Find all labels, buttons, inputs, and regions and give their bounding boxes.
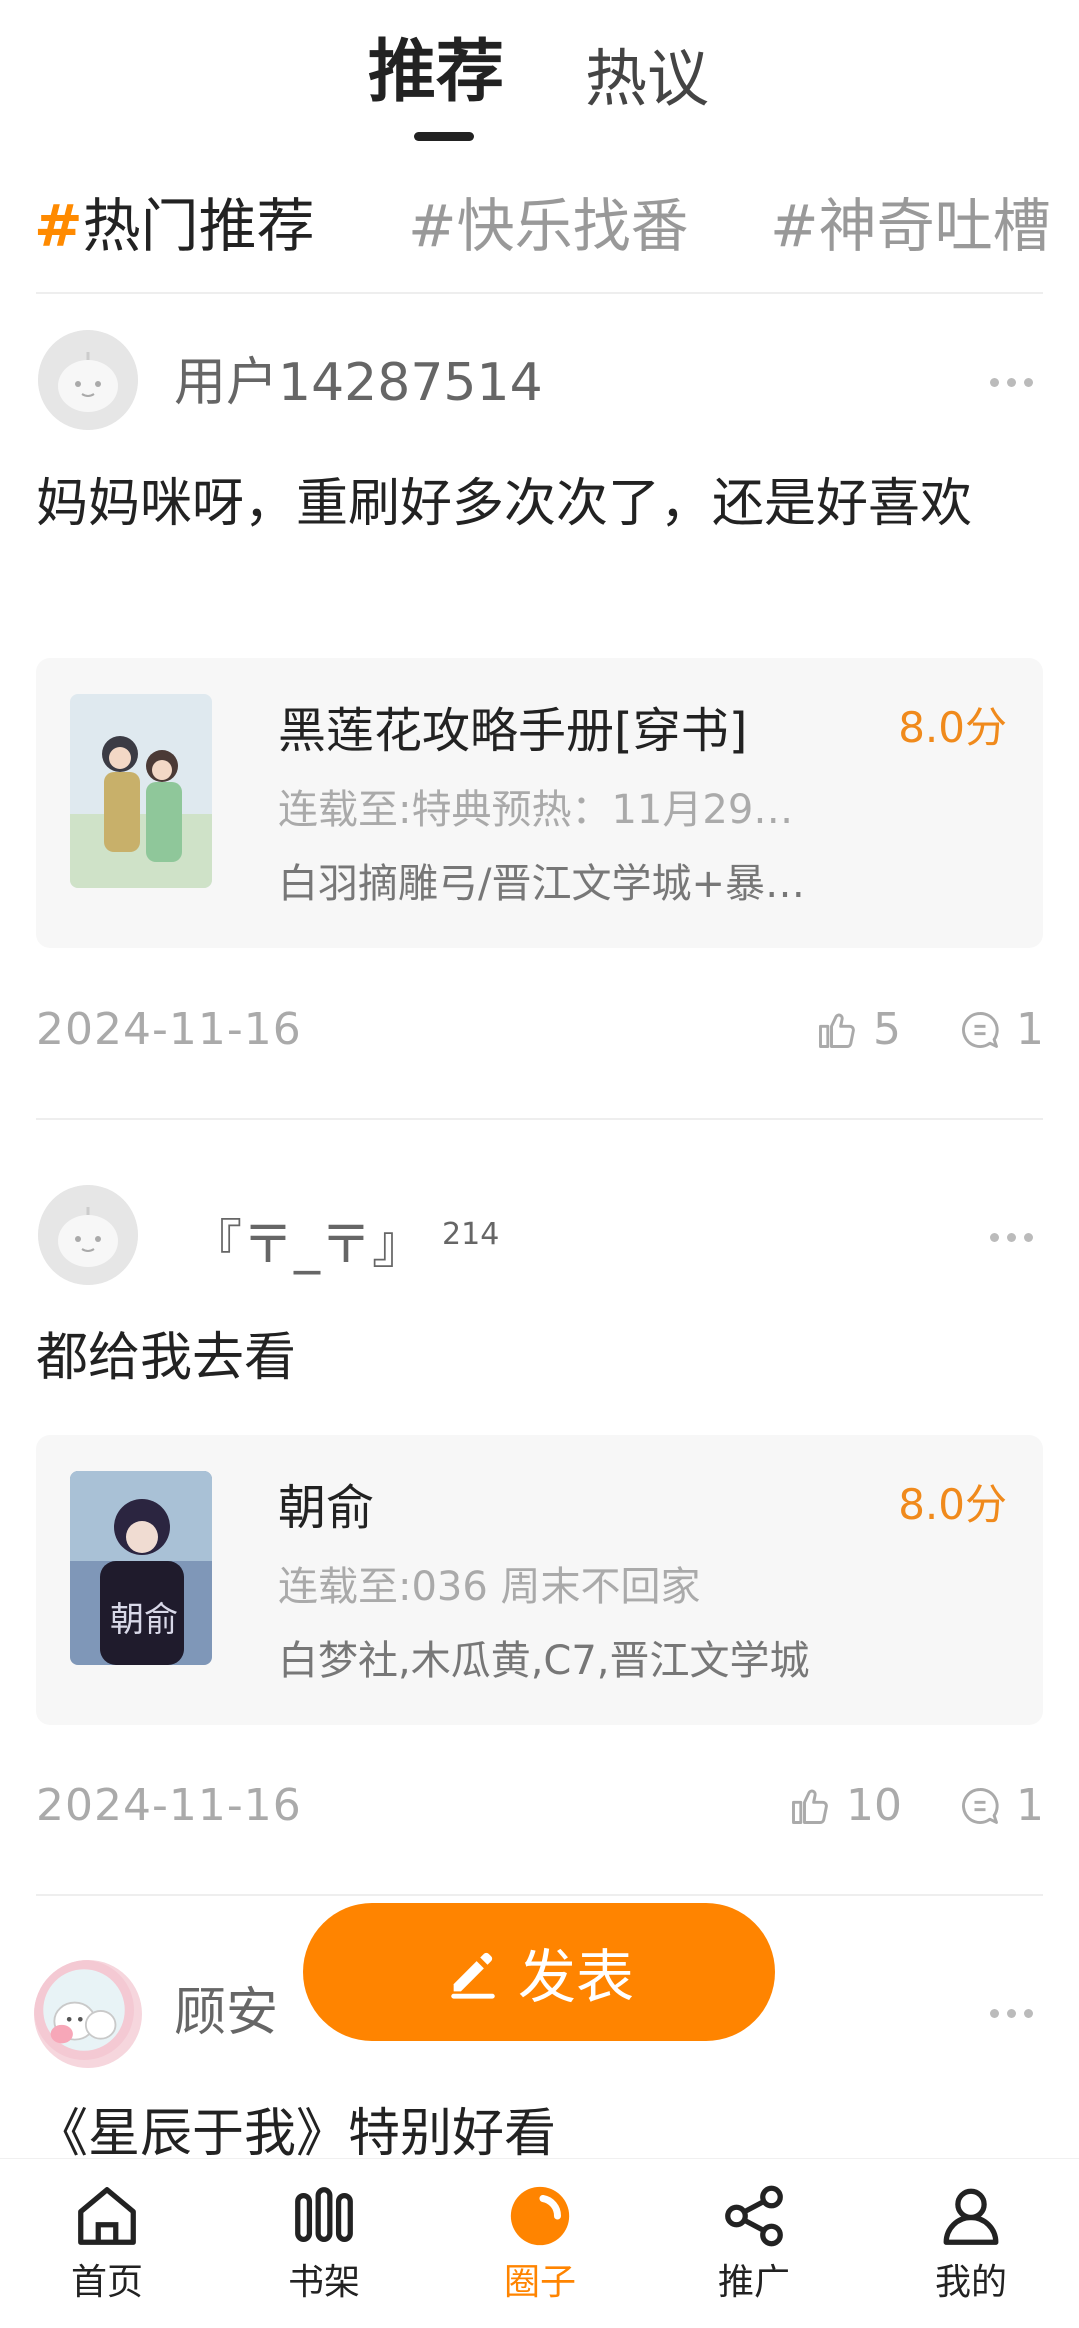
more-options-icon[interactable] (990, 1227, 1050, 1247)
share-icon (725, 2185, 783, 2247)
username[interactable]: 『〒_〒』 214 (190, 1200, 499, 1280)
book-cover: 朝俞 (70, 1471, 212, 1665)
nav-circle[interactable]: 圈子 (465, 2181, 615, 2307)
book-tags: 白羽摘雕弓/晋江文学城+暴… (278, 861, 805, 907)
svg-text:朝俞: 朝俞 (110, 1600, 178, 1640)
nav-label: 圈子 (503, 2262, 576, 2303)
comment-icon (962, 1012, 999, 1048)
hashtag-filter-bar: #热门推荐 #快乐找番 #神奇吐槽 (0, 176, 1079, 286)
post-text: 妈妈咪呀，重刷好多次次了，还是好喜欢 (36, 474, 973, 534)
username[interactable]: 用户14287514 (174, 348, 543, 418)
divider (36, 292, 1043, 294)
edit-pen-icon (451, 1952, 495, 1999)
like-count: 5 (873, 1004, 901, 1055)
like-button[interactable]: 5 (815, 1000, 901, 1060)
hashtag-symbol: # (770, 192, 819, 260)
comment-button[interactable]: 1 (958, 1000, 1044, 1060)
comment-button[interactable]: 1 (958, 1776, 1044, 1836)
profile-icon (943, 2188, 999, 2245)
top-tab-bar: 推荐 热议 (0, 0, 1079, 170)
hashtag-label: 热门推荐 (82, 192, 315, 260)
book-title: 朝俞 (278, 1480, 375, 1536)
book-score: 8.0分 (898, 703, 1007, 752)
nav-home[interactable]: 首页 (32, 2181, 182, 2307)
nav-bookshelf[interactable]: 书架 (249, 2181, 399, 2307)
avatar[interactable] (38, 1185, 138, 1285)
hashtag-hot-recommend[interactable]: #热门推荐 (34, 184, 315, 268)
like-count: 10 (846, 1780, 902, 1831)
nav-label: 我的 (934, 2262, 1007, 2303)
nav-profile[interactable]: 我的 (896, 2181, 1046, 2307)
comment-icon (962, 1788, 999, 1824)
book-tags: 白梦社,木瓜黄,C7,晋江文学城 (278, 1638, 810, 1684)
tab-recommend[interactable]: 推荐 (368, 28, 504, 118)
username[interactable]: 顾安 (174, 1978, 278, 2048)
default-avatar-icon (38, 1185, 138, 1285)
book-progress: 连载至:036 周末不回家 (278, 1564, 701, 1610)
default-avatar-icon (38, 330, 138, 430)
hashtag-symbol: # (408, 192, 457, 260)
divider (36, 1894, 1043, 1896)
user-level-badge: 214 (442, 1217, 500, 1252)
bottom-navigation: 首页 书架 圈子 推广 我的 (0, 2158, 1079, 2328)
book-cover (70, 694, 212, 888)
hashtag-label: 快乐找番 (456, 192, 689, 260)
more-options-icon[interactable] (990, 372, 1050, 392)
nav-promote[interactable]: 推广 (679, 2181, 829, 2307)
more-options-icon[interactable] (990, 2003, 1050, 2023)
nav-label: 首页 (70, 2262, 143, 2303)
hashtag-symbol: # (34, 192, 83, 260)
hashtag-amazing-rant[interactable]: #神奇吐槽 (770, 184, 1051, 268)
like-button[interactable]: 10 (788, 1776, 902, 1836)
avatar[interactable] (38, 330, 138, 430)
post-date: 2024-11-16 (36, 1004, 302, 1055)
book-card[interactable]: 朝俞 朝俞 8.0分 连载至:036 周末不回家 白梦社,木瓜黄,C7,晋江文学… (36, 1435, 1043, 1725)
post-text: 都给我去看 (36, 1328, 297, 1388)
home-icon (78, 2187, 136, 2245)
thumbs-up-icon (792, 1789, 828, 1824)
post-date: 2024-11-16 (36, 1780, 302, 1831)
comment-count: 1 (1016, 1004, 1044, 1055)
bookshelf-icon (295, 2187, 353, 2242)
active-tab-indicator (414, 132, 474, 141)
nav-label: 推广 (717, 2262, 790, 2303)
publish-label: 发表 (517, 1943, 634, 2011)
divider (36, 1118, 1043, 1120)
book-progress: 连载至:特典预热：11月29… (278, 787, 794, 833)
avatar[interactable] (34, 1960, 142, 2068)
nav-label: 书架 (287, 2262, 360, 2303)
circle-icon (510, 2186, 570, 2246)
comment-count: 1 (1016, 1780, 1044, 1831)
user-avatar-image (34, 1960, 134, 2060)
username-text: 『〒_〒』 (190, 1215, 425, 1276)
hashtag-label: 神奇吐槽 (818, 192, 1051, 260)
publish-button[interactable]: 发表 (303, 1903, 775, 2041)
book-score: 8.0分 (898, 1480, 1007, 1529)
book-card[interactable]: 黑莲花攻略手册[穿书] 8.0分 连载至:特典预热：11月29… 白羽摘雕弓/晋… (36, 658, 1043, 948)
tab-hot-discuss[interactable]: 热议 (585, 34, 709, 124)
thumbs-up-icon (819, 1013, 855, 1048)
hashtag-happy-find[interactable]: #快乐找番 (408, 184, 689, 268)
book-title: 黑莲花攻略手册[穿书] (278, 703, 748, 759)
